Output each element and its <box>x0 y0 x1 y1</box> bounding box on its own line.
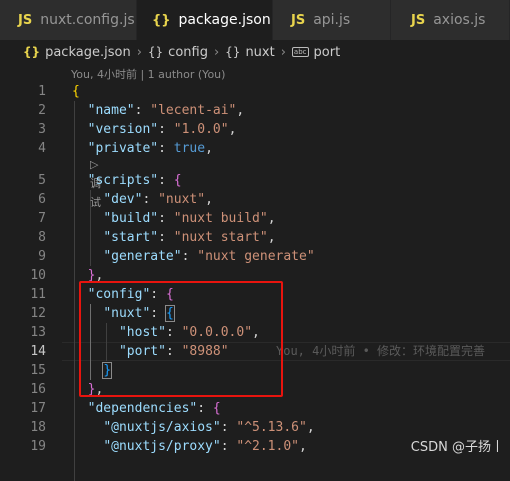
line-number: 6 <box>38 192 46 207</box>
code-line-6: "dev": "nuxt", <box>103 192 213 207</box>
line-number: 13 <box>30 325 46 340</box>
json-file-icon: {} <box>152 12 171 28</box>
line-number: 1 <box>38 84 46 99</box>
csdn-watermark: CSDN @子扬丨 <box>410 440 504 455</box>
json-file-icon: {} <box>23 45 41 59</box>
breadcrumb-port[interactable]: abc port <box>291 44 341 60</box>
tab-label: nuxt.config.js <box>40 12 135 28</box>
line-number: 19 <box>30 439 46 454</box>
code-line-9: "generate": "nuxt generate" <box>103 249 315 264</box>
code-line-2: "name": "lecent-ai", <box>87 103 245 118</box>
tab-nuxt-config[interactable]: JS nuxt.config.js <box>0 0 137 40</box>
line-number: 15 <box>30 363 46 378</box>
line-number: 5 <box>38 173 46 188</box>
line-number: 8 <box>38 230 46 245</box>
chevron-right-icon: › <box>213 44 220 60</box>
line-number: 2 <box>38 103 46 118</box>
code-editor[interactable]: 1 2 3 4 5 6 7 8 9 10 11 12 13 14 15 16 1… <box>0 82 510 481</box>
line-number: 18 <box>30 420 46 435</box>
tab-label: axios.js <box>433 12 486 28</box>
tab-axios-js[interactable]: JS axios.js <box>391 0 510 40</box>
code-line-7: "build": "nuxt build", <box>103 211 276 226</box>
code-line-18: "@nuxtjs/axios": "^5.13.6", <box>103 420 315 435</box>
tab-api-js[interactable]: JS api.js <box>273 0 391 40</box>
breadcrumb-file[interactable]: {} package.json <box>23 45 131 60</box>
line-number: 12 <box>30 306 46 321</box>
javascript-file-icon: JS <box>411 12 426 28</box>
line-number: 17 <box>30 401 46 416</box>
inline-git-blame[interactable]: You, 4小时前 • 修改：环境配置完善 <box>276 342 485 361</box>
blame-header[interactable]: You, 4小时前 | 1 author (You) <box>71 66 225 82</box>
highlight-annotation-box <box>79 281 283 397</box>
tab-label: package.json <box>178 12 271 28</box>
object-icon: {} <box>225 45 241 59</box>
breadcrumb: {} package.json › {} config › {} nuxt › … <box>0 40 510 64</box>
editor-tab-bar: JS nuxt.config.js {} package.json × JS a… <box>0 0 510 40</box>
breadcrumb-config-label: config <box>168 44 208 60</box>
line-number: 16 <box>30 382 46 397</box>
code-line-1: { <box>72 84 80 99</box>
object-icon: {} <box>147 45 164 59</box>
breadcrumb-port-label: port <box>313 44 341 60</box>
code-line-8: "start": "nuxt start", <box>103 230 276 245</box>
line-number: 11 <box>30 287 46 302</box>
breadcrumb-file-label: package.json <box>45 44 131 60</box>
tab-package-json[interactable]: {} package.json × <box>137 0 294 40</box>
line-number: 10 <box>30 268 46 283</box>
line-number: 7 <box>38 211 46 226</box>
line-number: 3 <box>38 122 46 137</box>
code-line-19: "@nuxtjs/proxy": "^2.1.0", <box>103 439 307 454</box>
breadcrumb-config[interactable]: {} config <box>148 45 208 60</box>
javascript-file-icon: JS <box>18 12 33 28</box>
javascript-file-icon: JS <box>291 12 306 28</box>
chevron-right-icon: › <box>136 44 142 60</box>
line-number: 4 <box>38 141 46 156</box>
chevron-right-icon: › <box>280 44 286 60</box>
line-number-current: 14 <box>30 344 46 359</box>
tab-label: api.js <box>313 12 351 28</box>
line-number: 9 <box>38 249 46 264</box>
breadcrumb-nuxt-label: nuxt <box>245 44 275 60</box>
string-property-icon: abc <box>291 47 309 57</box>
breadcrumb-nuxt[interactable]: {} nuxt <box>225 45 275 60</box>
code-line-3: "version": "1.0.0", <box>87 122 237 137</box>
code-line-5: "scripts": { <box>87 173 182 188</box>
code-line-17: "dependencies": { <box>87 401 221 416</box>
